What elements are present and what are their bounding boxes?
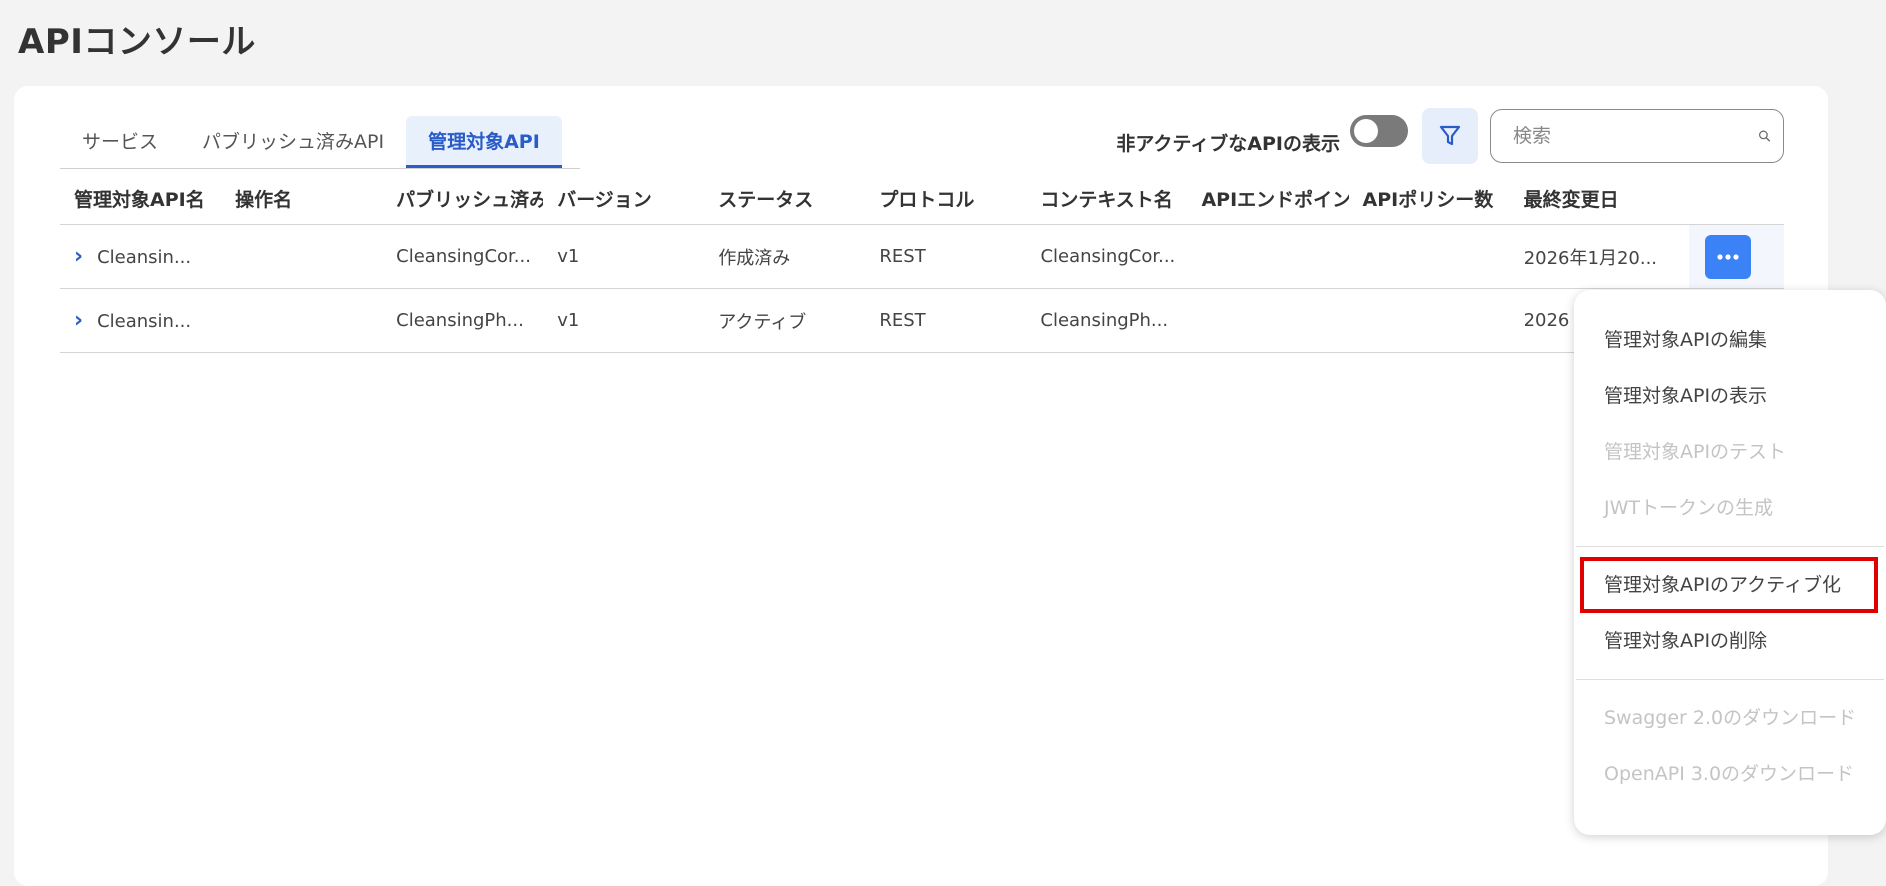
menu-divider: [1576, 546, 1884, 547]
cell-published: CleansingPh...: [396, 310, 524, 331]
cell-context: CleansingPh...: [1040, 310, 1169, 331]
col-header-operation[interactable]: 操作名: [221, 185, 382, 212]
toolbar: 非アクティブなAPIの表示: [1116, 108, 1784, 164]
search-icon[interactable]: [1758, 124, 1771, 148]
menu-item-generate-jwt: JWTトークンの生成: [1604, 497, 1773, 519]
menu-item-test-managed-api: 管理対象APIのテスト: [1604, 441, 1787, 463]
cell-status: 作成済み: [718, 247, 791, 269]
col-header-published[interactable]: パブリッシュ済み: [382, 185, 543, 212]
search-input[interactable]: [1511, 124, 1758, 148]
row-actions-menu: 管理対象APIの編集 管理対象APIの表示 管理対象APIのテスト JWTトーク…: [1574, 290, 1886, 835]
filter-button[interactable]: [1422, 108, 1478, 164]
menu-item-download-openapi: OpenAPI 3.0のダウンロード: [1604, 763, 1855, 785]
page-title: APIコンソール: [18, 22, 256, 62]
filter-icon: [1439, 125, 1461, 146]
cell-name-text: Cleansin...: [97, 311, 192, 332]
toggle-knob: [1354, 119, 1378, 143]
tab-bar: サービス パブリッシュ済みAPI 管理対象API: [60, 116, 580, 169]
col-header-version[interactable]: バージョン: [543, 185, 704, 212]
inactive-toggle-label: 非アクティブなAPIの表示: [1116, 132, 1340, 155]
cell-name: › Cleansin...: [60, 308, 221, 333]
search-box: [1490, 109, 1784, 163]
cell-context: CleansingCor...: [1040, 246, 1176, 267]
main-card: サービス パブリッシュ済みAPI 管理対象API 非アクティブなAPIの表示 管…: [14, 86, 1828, 886]
col-header-policies[interactable]: APIポリシー数: [1349, 185, 1510, 212]
cell-name: › Cleansin...: [60, 244, 221, 269]
chevron-right-icon[interactable]: ›: [74, 244, 83, 269]
cell-protocol: REST: [879, 246, 926, 267]
tab-published-api[interactable]: パブリッシュ済みAPI: [180, 116, 406, 168]
cell-status: アクティブ: [718, 311, 807, 333]
menu-item-delete-managed-api[interactable]: 管理対象APIの削除: [1574, 613, 1886, 669]
tab-managed-api[interactable]: 管理対象API: [406, 116, 562, 168]
col-header-context[interactable]: コンテキスト名: [1026, 185, 1187, 212]
menu-divider: [1576, 679, 1884, 680]
managed-api-table: 管理対象API名 操作名 パブリッシュ済み バージョン ステータス プロトコル …: [60, 172, 1785, 353]
cell-protocol: REST: [879, 310, 926, 331]
cell-modified: 2026年1月20...: [1523, 247, 1658, 269]
cell-actions: [1688, 225, 1785, 288]
menu-item-view-managed-api[interactable]: 管理対象APIの表示: [1574, 368, 1886, 424]
table-row[interactable]: › Cleansin... CleansingCor... v1 作成済み RES…: [60, 225, 1785, 289]
menu-item-download-swagger: Swagger 2.0のダウンロード: [1604, 707, 1857, 729]
cell-name-text: Cleansin...: [97, 247, 192, 268]
menu-item-activate-managed-api[interactable]: 管理対象APIのアクティブ化: [1580, 557, 1878, 613]
inactive-api-toggle[interactable]: [1350, 115, 1408, 147]
col-header-name[interactable]: 管理対象API名: [60, 185, 221, 212]
col-header-status[interactable]: ステータス: [704, 185, 865, 212]
table-row[interactable]: › Cleansin... CleansingPh... v1 アクティブ RES…: [60, 289, 1784, 353]
row-actions-button[interactable]: [1704, 234, 1751, 279]
more-horizontal-icon: [1717, 253, 1739, 260]
cell-published: CleansingCor...: [396, 246, 531, 267]
chevron-right-icon[interactable]: ›: [74, 308, 83, 333]
cell-version: v1: [557, 310, 580, 331]
col-header-modified[interactable]: 最終変更日: [1510, 185, 1689, 212]
cell-version: v1: [557, 246, 580, 267]
col-header-endpoint[interactable]: APIエンドポイン: [1187, 185, 1348, 212]
table-header: 管理対象API名 操作名 パブリッシュ済み バージョン ステータス プロトコル …: [60, 172, 1784, 225]
menu-item-edit-managed-api[interactable]: 管理対象APIの編集: [1574, 312, 1886, 368]
col-header-protocol[interactable]: プロトコル: [865, 185, 1026, 212]
tab-services[interactable]: サービス: [60, 116, 180, 168]
